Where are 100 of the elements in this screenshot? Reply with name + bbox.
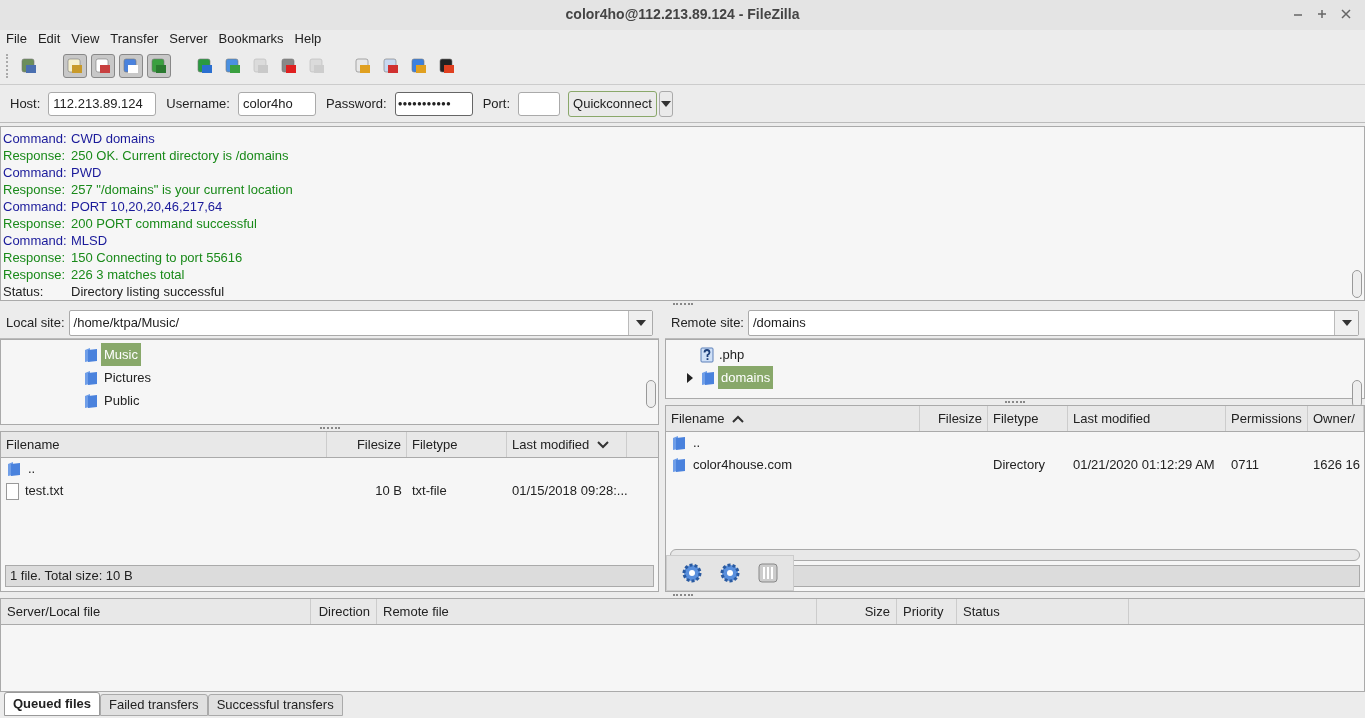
host-label: Host: (10, 95, 41, 114)
table-cell-text: color4house.com (693, 456, 792, 475)
dropdown-button[interactable] (1334, 310, 1358, 335)
log-label: Response: (2, 181, 67, 199)
menu-item[interactable]: View (71, 29, 100, 49)
log-label: Command: (2, 198, 68, 216)
horizontal-scrollbar[interactable] (670, 548, 1360, 561)
sort-ascending-icon (732, 414, 745, 423)
log-message: 150 Connecting to port 55616 (71, 249, 243, 267)
toggle-button[interactable] (147, 54, 171, 79)
column-header[interactable]: Direction (311, 598, 377, 624)
port-field[interactable] (518, 91, 561, 116)
log-message: MLSD (71, 232, 108, 250)
folder-icon (83, 392, 99, 409)
site-label: Remote site: (671, 313, 744, 332)
file-icon (6, 482, 19, 500)
tree-item[interactable]: Public (101, 388, 143, 413)
table-cell-text: txt-file (412, 482, 447, 501)
column-header[interactable]: Filesize (327, 432, 407, 458)
log-message: PWD (71, 164, 102, 182)
quickconnect-dropdown-button[interactable] (658, 90, 673, 117)
scrollbar-thumb[interactable] (646, 380, 656, 409)
toggle-button[interactable] (91, 54, 115, 79)
folder-icon (83, 369, 99, 386)
table-cell-text: 01/15/2018 09:28:... (512, 482, 628, 501)
scrollbar-thumb[interactable] (1352, 270, 1362, 299)
folder-icon (6, 461, 22, 478)
window-title: color4ho@112.213.89.124 - FileZilla (565, 5, 800, 25)
tab[interactable]: Failed transfers (100, 694, 208, 716)
log-message: 257 "/domains" is your current location (71, 181, 293, 199)
table-cell-text: 1626 16 (1313, 456, 1360, 475)
menu-item[interactable]: Bookmarks (218, 29, 284, 49)
caret-icon (1341, 319, 1352, 326)
log-message: 226 3 matches total (71, 266, 185, 284)
table-cell-text: .. (693, 434, 701, 453)
expand-arrow-icon[interactable] (687, 372, 693, 383)
log-message: Directory listing successful (71, 283, 225, 301)
tree-item[interactable]: Pictures (101, 365, 154, 390)
column-header[interactable]: Owner/ (1308, 406, 1364, 432)
tab[interactable]: Successful transfers (207, 694, 343, 716)
column-header[interactable]: Size (817, 598, 897, 624)
column-header[interactable]: Filetype (407, 432, 507, 458)
log-message: 250 OK. Current directory is /domains (71, 147, 289, 165)
username-field[interactable]: color4ho (237, 91, 316, 116)
table-cell-text: .. (28, 460, 36, 479)
log-label: Response: (2, 147, 67, 165)
log-label: Command: (2, 130, 68, 148)
log-label: Response: (2, 266, 67, 284)
column-header[interactable]: Filesize (920, 406, 988, 432)
gear-icon[interactable] (681, 561, 703, 584)
column-header[interactable]: Filename (666, 406, 920, 432)
log-label: Command: (2, 164, 68, 182)
log-message: CWD domains (71, 130, 155, 148)
folder-icon (83, 346, 99, 363)
tab[interactable]: Queued files (4, 692, 101, 716)
column-header[interactable]: Filename (1, 432, 327, 458)
folder-icon (671, 435, 687, 452)
column-header[interactable]: Permissions (1226, 406, 1308, 432)
column-header[interactable]: Priority (897, 598, 957, 624)
column-header[interactable]: Remote file (377, 598, 817, 624)
log-message: PORT 10,20,20,46,217,64 (71, 198, 223, 216)
column-header[interactable]: Status (957, 598, 1129, 624)
dropdown-button[interactable] (628, 310, 652, 335)
table-cell-text: 01/21/2020 01:12:29 AM (1073, 456, 1215, 475)
toggle-button[interactable] (63, 54, 87, 79)
quickconnect-button[interactable]: Quickconnect (568, 90, 657, 117)
equalizer-icon[interactable] (757, 561, 779, 584)
menu-item[interactable]: File (6, 29, 27, 49)
column-header[interactable]: Last modified (507, 432, 627, 458)
table-cell-text: test.txt (25, 482, 64, 501)
column-header[interactable]: Filetype (988, 406, 1068, 432)
gear-icon[interactable] (719, 561, 741, 584)
table-cell-text: 0711 (1231, 456, 1259, 475)
folder-icon (671, 457, 687, 474)
site-path-field[interactable]: /domains (748, 309, 1359, 336)
status-text: 1 file. Total size: 10 B (10, 567, 133, 586)
log-label: Response: (2, 249, 67, 267)
host-field[interactable]: 112.213.89.124 (48, 91, 157, 116)
password-field[interactable]: ●●●●●●●●●●● (394, 91, 473, 116)
caret-icon (635, 319, 646, 326)
question-mark-icon (700, 346, 714, 363)
column-header[interactable]: Server/Local file (1, 598, 311, 624)
menu-item[interactable]: Edit (37, 29, 61, 49)
table-cell-text: Directory (993, 456, 1045, 475)
menu-item[interactable]: Transfer (110, 29, 159, 49)
column-header[interactable]: Last modified (1068, 406, 1226, 432)
table-cell-text: 10 B (375, 482, 402, 501)
port-label: Port: (482, 95, 511, 114)
username-label: Username: (166, 95, 230, 114)
log-label: Status: (2, 283, 45, 301)
toggle-button[interactable] (119, 54, 143, 79)
log-message: 200 PORT command successful (71, 215, 257, 233)
menu-item[interactable]: Help (294, 29, 322, 49)
site-label: Local site: (6, 313, 65, 332)
site-path-field[interactable]: /home/ktpa/Music/ (68, 309, 653, 336)
caret-icon (660, 100, 671, 107)
tree-item[interactable]: .php (716, 342, 748, 367)
menu-item[interactable]: Server (169, 29, 208, 49)
password-label: Password: (325, 95, 387, 114)
sort-descending-icon (597, 440, 610, 449)
